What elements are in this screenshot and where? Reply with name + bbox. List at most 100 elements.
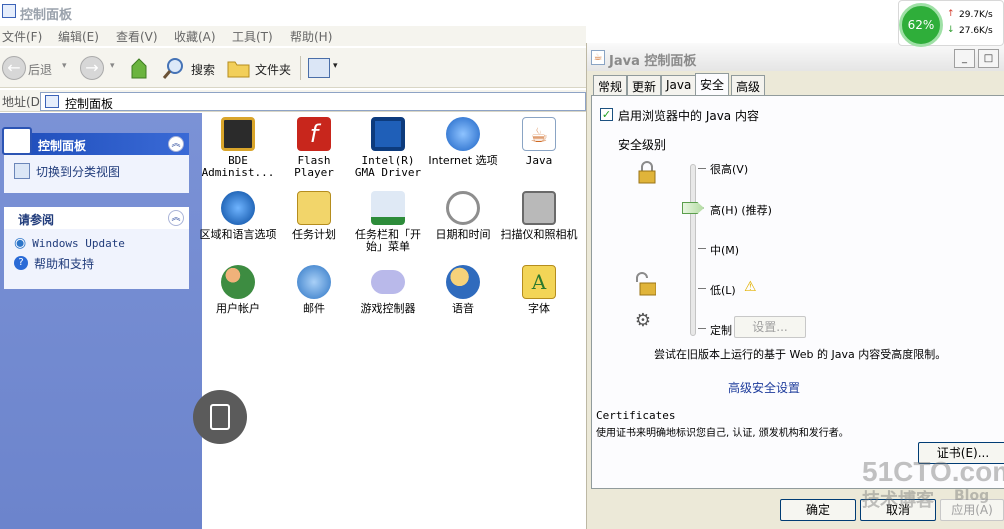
views-icon[interactable] — [308, 58, 330, 78]
back-dropdown-icon[interactable]: ▾ — [62, 61, 67, 71]
chevron-up-icon[interactable]: ︽ — [168, 136, 184, 152]
control-panel-task-panel: 控制面板 ︽ 切换到分类视图 — [2, 127, 189, 193]
level-medium[interactable]: 中(M) — [710, 242, 739, 258]
cp-item-flash-player[interactable]: f Flash Player — [275, 117, 353, 179]
forward-arrow-icon[interactable]: → — [80, 56, 104, 80]
control-panel-items: BDE Administ... f Flash Player Intel(R) … — [199, 113, 586, 529]
cp-item-label: Flash Player — [294, 154, 334, 179]
tab-advanced[interactable]: 高级 — [731, 75, 766, 95]
cp-item-label: 字体 — [528, 302, 550, 315]
cp-item-date-time[interactable]: 日期和时间 — [424, 191, 502, 241]
cp-item-scanners-cameras[interactable]: 扫描仪和照相机 — [500, 191, 578, 241]
cp-item-scheduled-tasks[interactable]: 任务计划 — [275, 191, 353, 241]
level-very-high[interactable]: 很高(V) — [710, 161, 748, 177]
level-low[interactable]: 低(L) — [710, 282, 736, 298]
tab-java[interactable]: Java — [661, 75, 697, 95]
control-panel-icon — [45, 95, 59, 108]
panel-header[interactable]: 请参阅 ︽ — [4, 207, 189, 229]
menu-view[interactable]: 查看(V) — [116, 28, 158, 45]
folders-button[interactable]: 文件夹 — [255, 61, 291, 78]
switch-category-view-link[interactable]: 切换到分类视图 — [14, 161, 179, 181]
windows-update-link[interactable]: ◉ Windows Update — [14, 233, 179, 253]
see-also-panel: 请参阅 ︽ ◉ Windows Update ? 帮助和支持 — [4, 207, 189, 289]
cp-item-user-accounts[interactable]: 用户帐户 — [199, 265, 277, 315]
control-panel-large-icon — [2, 127, 32, 155]
back-arrow-icon[interactable]: ← — [2, 56, 26, 80]
cp-item-label: 日期和时间 — [435, 228, 491, 241]
views-dropdown-icon[interactable]: ▾ — [333, 61, 338, 71]
memory-usage-indicator: 62% — [899, 3, 943, 47]
level-custom[interactable]: 定制 — [710, 322, 732, 338]
minimize-icon[interactable]: _ — [954, 49, 975, 68]
tab-update[interactable]: 更新 — [627, 75, 662, 95]
up-folder-icon[interactable] — [128, 56, 150, 80]
cp-item-regional-options[interactable]: 区域和语言选项 — [199, 191, 277, 241]
cp-item-taskbar[interactable]: 任务栏和「开始」菜单 — [349, 191, 427, 253]
upload-speed: 29.7K/s — [959, 10, 993, 20]
folders-icon[interactable] — [227, 58, 251, 78]
cp-item-label: Java — [525, 154, 553, 167]
help-support-label: 帮助和支持 — [34, 256, 95, 271]
settings-button[interactable]: 设置... — [734, 316, 806, 338]
advanced-security-settings-link[interactable]: 高级安全设置 — [728, 379, 800, 396]
chevron-up-icon[interactable]: ︽ — [168, 210, 184, 226]
scheduled-tasks-icon — [297, 191, 331, 225]
flash-icon: f — [297, 117, 331, 151]
control-panel-window-icon — [2, 4, 16, 18]
cp-item-java[interactable]: ☕ Java — [500, 117, 578, 167]
dialog-title: Java 控制面板 — [609, 54, 697, 69]
panel-title: 控制面板 — [38, 139, 87, 153]
cp-item-game-controllers[interactable]: 游戏控制器 — [349, 265, 427, 315]
fonts-folder-icon: A — [522, 265, 556, 299]
menu-edit[interactable]: 编辑(E) — [58, 28, 99, 45]
menu-file[interactable]: 文件(F) — [2, 28, 42, 45]
dialog-title-bar: ☕ Java 控制面板 _ □ — [587, 43, 1004, 71]
level-high[interactable]: 高(H) (推荐) — [710, 202, 772, 218]
security-level-label: 安全级别 — [618, 138, 667, 152]
intel-gma-icon — [371, 117, 405, 151]
enable-java-label: 启用浏览器中的 Java 内容 — [618, 109, 759, 123]
security-slider-track[interactable] — [690, 164, 696, 336]
tab-general[interactable]: 常规 — [593, 75, 628, 95]
forward-dropdown-icon[interactable]: ▾ — [110, 61, 115, 71]
address-input[interactable]: 控制面板 — [40, 92, 586, 111]
window-title: 控制面板 — [20, 8, 73, 23]
tab-security[interactable]: 安全 — [695, 73, 730, 96]
security-tab-panel: ✓ 启用浏览器中的 Java 内容 安全级别 ⚙ 很高(V) 高(H) (推荐)… — [591, 95, 1004, 489]
search-icon[interactable] — [162, 56, 186, 80]
cp-item-fonts[interactable]: A 字体 — [500, 265, 578, 315]
menu-help[interactable]: 帮助(H) — [290, 28, 332, 45]
switch-app-icon — [210, 404, 230, 430]
watermark-logo: 51CTO.com — [862, 456, 1004, 487]
user-accounts-icon — [221, 265, 255, 299]
help-support-link[interactable]: ? 帮助和支持 — [14, 253, 179, 273]
cp-item-mail[interactable]: 邮件 — [275, 265, 353, 315]
cp-item-label: 任务计划 — [292, 228, 336, 241]
windows-update-label: Windows Update — [32, 236, 125, 250]
back-button[interactable]: 后退 — [28, 61, 52, 78]
cp-item-intel-gma[interactable]: Intel(R) GMA Driver — [349, 117, 427, 179]
globe-icon — [221, 191, 255, 225]
cp-item-label: 扫描仪和照相机 — [500, 228, 578, 241]
java-icon: ☕ — [591, 50, 605, 65]
cp-item-bde-admin[interactable]: BDE Administ... — [199, 117, 277, 179]
search-button[interactable]: 搜索 — [191, 61, 215, 78]
cp-item-internet-options[interactable]: Internet 选项 — [424, 117, 502, 167]
floating-action-button[interactable] — [193, 390, 247, 444]
switch-view-label: 切换到分类视图 — [36, 164, 121, 179]
network-speed-widget[interactable]: 62% ↑ 29.7K/s ↓ 27.6K/s — [898, 0, 1004, 47]
cp-item-speech[interactable]: 语音 — [424, 265, 502, 315]
toolbar: ← 后退 ▾ → ▾ 搜索 文件夹 ▾ — [0, 48, 586, 88]
panel-header[interactable]: 控制面板 ︽ — [2, 127, 189, 155]
bde-admin-icon — [221, 117, 255, 151]
enable-java-checkbox[interactable]: ✓ — [600, 108, 613, 121]
maximize-icon[interactable]: □ — [978, 49, 999, 68]
watermark-blog: Blog — [954, 488, 990, 504]
ok-button[interactable]: 确定 — [780, 499, 856, 521]
toolbar-divider — [300, 56, 301, 80]
slider-thumb[interactable] — [682, 202, 704, 214]
task-pane: 控制面板 ︽ 切换到分类视图 请参阅 ︽ ◉ Windows Update ? … — [0, 113, 202, 529]
gamepad-icon — [371, 270, 405, 294]
menu-favorites[interactable]: 收藏(A) — [174, 28, 216, 45]
menu-tools[interactable]: 工具(T) — [232, 28, 273, 45]
